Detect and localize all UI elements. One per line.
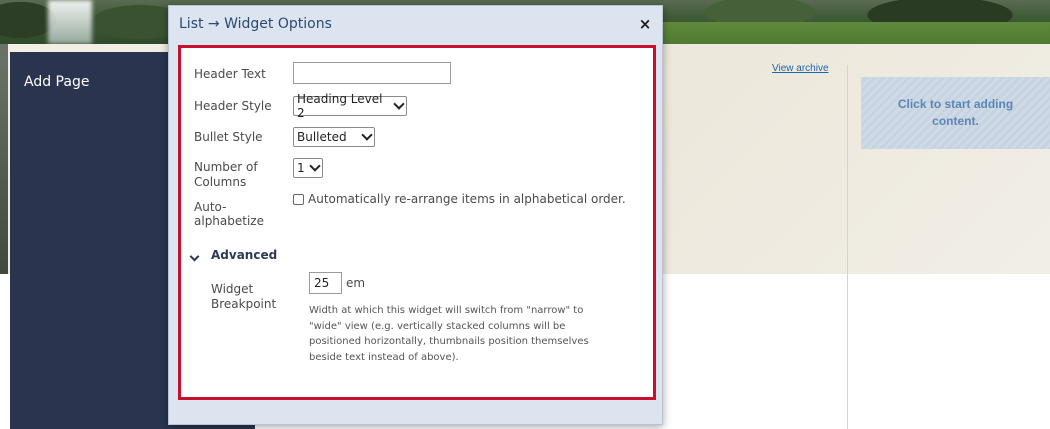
- breakpoint-help-text: Width at which this widget will switch f…: [309, 303, 609, 365]
- fountain-image: [48, 0, 92, 44]
- auto-alpha-label-line1: Auto-: [194, 200, 227, 214]
- bullet-style-select[interactable]: Bulleted: [293, 127, 375, 147]
- grass-image: [660, 22, 1050, 44]
- columns-label-line1: Number of: [194, 160, 258, 174]
- column-divider: [847, 65, 848, 429]
- chevron-down-icon: [393, 98, 405, 110]
- header-style-value: Heading Level 2: [297, 92, 383, 120]
- breakpoint-input[interactable]: [309, 272, 342, 294]
- bullet-style-label: Bullet Style: [194, 130, 263, 144]
- header-text-input[interactable]: [293, 62, 451, 84]
- header-style-select[interactable]: Heading Level 2: [293, 92, 407, 120]
- chevron-down-icon[interactable]: [189, 251, 200, 262]
- breakpoint-unit: em: [346, 276, 366, 290]
- bullet-style-value: Bulleted: [297, 130, 347, 144]
- auto-alpha-label-line2: alphabetize: [194, 214, 264, 228]
- auto-alpha-checkbox-label[interactable]: Automatically re-arrange items in alphab…: [308, 192, 626, 206]
- columns-value: 1: [297, 161, 305, 175]
- add-content-button[interactable]: Click to start adding content.: [861, 77, 1050, 149]
- help-line: positioned horizontally, thumbnails posi…: [309, 336, 589, 347]
- auto-alpha-checkbox[interactable]: [293, 194, 304, 205]
- help-line: beside text instead of above).: [309, 351, 459, 363]
- chevron-down-icon: [309, 160, 321, 172]
- columns-select[interactable]: 1: [293, 158, 323, 178]
- breakpoint-label-line1: Widget: [211, 282, 254, 296]
- dialog-title: List → Widget Options: [179, 16, 332, 32]
- help-line: "wide" view (e.g. vertically stacked col…: [309, 320, 566, 332]
- columns-label-line2: Columns: [194, 175, 247, 189]
- photo-edge: [0, 44, 8, 274]
- dialog-body: Header Text Header Style Heading Level 2…: [178, 45, 656, 400]
- header-text-label: Header Text: [194, 67, 266, 81]
- advanced-toggle[interactable]: Advanced: [211, 248, 277, 262]
- header-style-label: Header Style: [194, 99, 272, 113]
- close-icon[interactable]: ×: [637, 15, 653, 33]
- sidebar-title[interactable]: Add Page: [24, 74, 89, 90]
- chevron-down-icon: [361, 129, 373, 141]
- widget-options-dialog: List → Widget Options × Header Text Head…: [168, 5, 663, 425]
- add-content-label: Click to start adding content.: [897, 97, 1014, 128]
- view-archive-link[interactable]: View archive: [772, 63, 829, 74]
- breakpoint-label-line2: Breakpoint: [211, 297, 277, 311]
- help-line: Width at which this widget will switch f…: [309, 305, 584, 316]
